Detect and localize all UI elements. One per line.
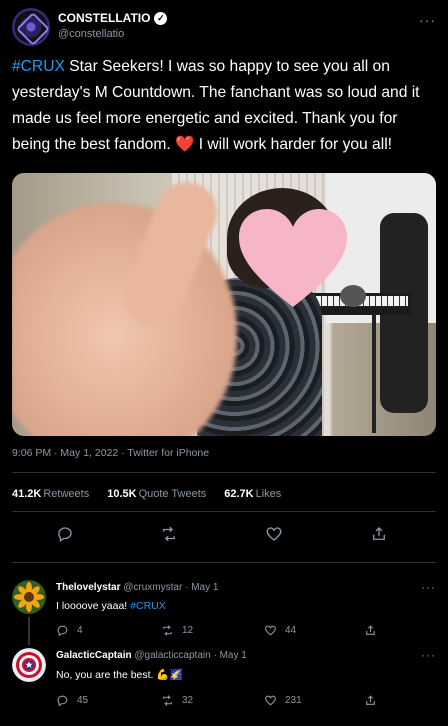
reply-avatar[interactable] (12, 648, 46, 682)
verified-icon: ✓ (154, 11, 168, 25)
share-icon (366, 625, 375, 635)
tweet-actions (12, 525, 436, 547)
retweet-icon (163, 695, 172, 706)
like-icon[interactable] (265, 525, 283, 543)
tweet-photo[interactable] (12, 173, 436, 436)
likes-stat[interactable]: 62.7K Likes (224, 488, 281, 500)
retweets-stat[interactable]: 41.2K Retweets (12, 488, 89, 500)
reply-count: 45 (77, 695, 89, 706)
tweet-text: #CRUX Star Seekers! I was so happy to se… (12, 54, 438, 158)
reply-button[interactable]: 4 (56, 624, 83, 637)
retweet-icon[interactable] (160, 525, 178, 543)
author-handle[interactable]: @constellatio (58, 28, 124, 40)
thread-line (28, 617, 30, 645)
retweet-button[interactable]: 32 (161, 694, 193, 707)
divider (12, 472, 436, 473)
reply-handle-date[interactable]: @cruxmystar · May 1 (123, 582, 218, 593)
share-button[interactable] (364, 694, 377, 707)
reply-actions: 45 32 231 (56, 694, 436, 710)
reply-text: I loooove yaaa! #CRUX (56, 600, 166, 612)
reply-count: 4 (77, 625, 83, 636)
reply-text: No, you are the best. 💪🌠 (56, 669, 183, 681)
photo-mic-stand (372, 313, 376, 433)
retweet-icon (163, 625, 172, 636)
more-icon[interactable]: ··· (421, 648, 436, 662)
reply-header: Thelovelystar @cruxmystar · May 1 (56, 582, 218, 593)
author-name-line: CONSTELLATIO ✓ (58, 11, 168, 25)
divider (12, 562, 436, 563)
share-button[interactable] (364, 624, 377, 637)
reply-tweet[interactable]: GalacticCaptain @galacticcaptain · May 1… (12, 648, 436, 718)
reply-author-name[interactable]: GalacticCaptain (56, 650, 132, 661)
like-icon (265, 625, 276, 636)
like-icon (265, 695, 276, 706)
reply-author-name[interactable]: Thelovelystar (56, 582, 120, 593)
retweet-button[interactable]: 12 (161, 624, 193, 637)
reply-handle-date[interactable]: @galacticcaptain · May 1 (134, 650, 246, 661)
more-icon[interactable]: ··· (419, 12, 436, 28)
more-icon[interactable]: ··· (421, 580, 436, 594)
share-icon (366, 695, 375, 705)
like-button[interactable]: 44 (264, 624, 296, 637)
tweet-text-part2: I will work harder for you all! (194, 136, 392, 153)
reply-icon[interactable] (56, 525, 74, 543)
quotes-stat[interactable]: 10.5K Quote Tweets (107, 488, 206, 500)
tweet-meta: 9:06 PM · May 1, 2022 · Twitter for iPho… (12, 447, 210, 459)
author-avatar[interactable] (12, 8, 50, 46)
reply-tweet[interactable]: Thelovelystar @cruxmystar · May 1 I looo… (12, 580, 436, 640)
like-count: 44 (285, 625, 297, 636)
like-count: 231 (285, 695, 302, 706)
reply-actions: 4 12 44 (56, 624, 436, 640)
divider (12, 511, 436, 512)
reply-icon (57, 695, 68, 707)
tweet-header: CONSTELLATIO ✓ @constellatio ··· (12, 8, 436, 48)
hashtag-link[interactable]: #CRUX (12, 58, 65, 75)
reply-button[interactable]: 45 (56, 694, 88, 707)
hashtag-link[interactable]: #CRUX (130, 600, 166, 612)
retweet-count: 32 (182, 695, 194, 706)
reply-avatar[interactable] (12, 580, 46, 614)
reply-text-body: I loooove yaaa! (56, 600, 131, 612)
reply-header: GalacticCaptain @galacticcaptain · May 1 (56, 650, 247, 661)
reply-icon (57, 625, 68, 637)
heart-sticker (239, 209, 347, 307)
share-icon[interactable] (370, 525, 388, 543)
tweet-stats: 41.2K Retweets 10.5K Quote Tweets 62.7K Lik… (12, 488, 281, 500)
like-button[interactable]: 231 (264, 694, 302, 707)
author-name[interactable]: CONSTELLATIO (58, 11, 150, 25)
retweet-count: 12 (182, 625, 194, 636)
heart-emoji: ❤️ (174, 136, 195, 153)
